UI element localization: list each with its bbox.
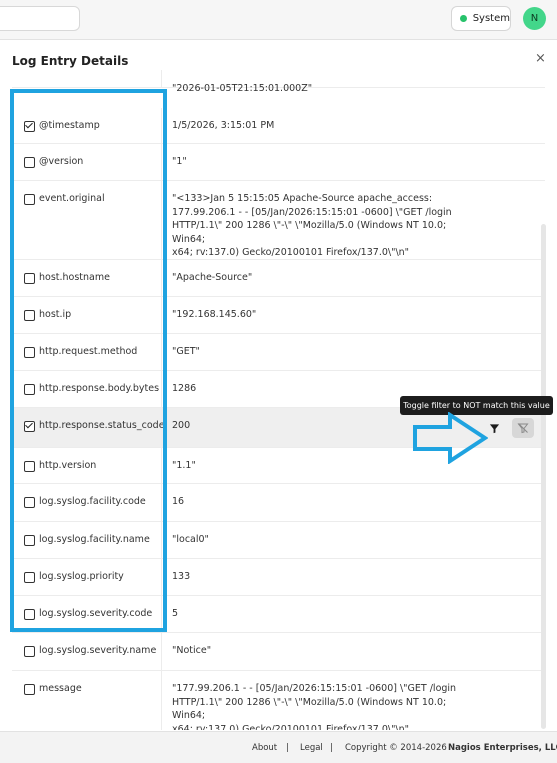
footer: About | Legal | Copyright © 2014-2026 Na…	[0, 731, 557, 763]
field-checkbox[interactable]	[24, 646, 35, 657]
field-value: "177.99.206.1 - - [05/Jan/2026:15:15:01 …	[172, 683, 457, 730]
field-value: 5	[172, 608, 179, 619]
system-status-button[interactable]: System	[451, 6, 511, 31]
company-name: Nagios Enterprises, LLC	[448, 743, 557, 753]
annotation-arrow-icon	[413, 412, 488, 464]
field-value: "2026-01-05T21:15:01.000Z"	[172, 83, 313, 94]
column-divider	[161, 633, 162, 670]
annotation-highlight-box	[10, 89, 167, 632]
field-value: 1/5/2026, 3:15:01 PM	[172, 120, 275, 131]
column-divider	[161, 70, 162, 87]
panel-title: Log Entry Details	[12, 54, 129, 68]
field-value: "GET"	[172, 346, 200, 357]
footer-separator: |	[330, 743, 333, 753]
copyright-text: Copyright © 2014-2026	[345, 743, 447, 753]
scrollbar[interactable]	[541, 224, 546, 729]
filter-not-icon	[517, 423, 529, 434]
field-value: "Apache-Source"	[172, 272, 253, 283]
footer-separator: |	[286, 743, 289, 753]
field-row: "2026-01-05T21:15:01.000Z"	[12, 70, 545, 94]
top-bar: System N	[0, 0, 557, 40]
field-value: 16	[172, 496, 185, 507]
about-link[interactable]: About	[252, 743, 277, 753]
filter-button[interactable]	[486, 420, 503, 437]
field-value: 1286	[172, 383, 197, 394]
close-icon[interactable]: ×	[535, 51, 546, 66]
field-row: message "177.99.206.1 - - [05/Jan/2026:15…	[12, 671, 545, 730]
legal-link[interactable]: Legal	[300, 743, 323, 753]
field-value: "<133>Jan 5 15:15:05 Apache-Source apach…	[172, 193, 452, 259]
system-label: System	[472, 13, 510, 24]
field-row: log.syslog.severity.name "Notice"	[12, 633, 545, 671]
avatar[interactable]: N	[523, 7, 546, 30]
field-name: log.syslog.severity.name	[39, 645, 157, 656]
field-value: "192.168.145.60"	[172, 309, 257, 320]
field-value: "Notice"	[172, 645, 212, 656]
status-dot-icon	[460, 15, 467, 22]
field-value: "1"	[172, 156, 187, 167]
search-input[interactable]	[0, 6, 80, 31]
column-divider	[161, 671, 162, 730]
field-value: "local0"	[172, 534, 209, 545]
field-checkbox[interactable]	[24, 684, 35, 695]
filter-not-button[interactable]	[512, 418, 534, 438]
field-value: 133	[172, 571, 191, 582]
field-name: message	[39, 683, 82, 694]
filter-icon	[489, 424, 500, 434]
